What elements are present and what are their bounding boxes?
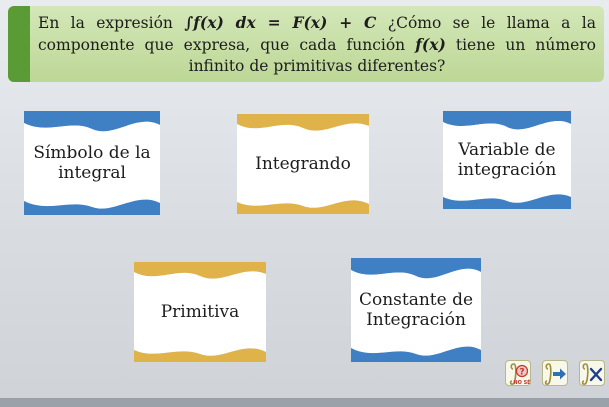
next-arrow-icon [544, 363, 566, 385]
svg-text:?: ? [519, 368, 524, 378]
bottom-strip [0, 398, 609, 407]
question-math-integral: ∫f(x) dx = F(x) + C [184, 13, 377, 32]
question-part-1: En la expresión [38, 14, 185, 32]
wavy-card-background [134, 262, 266, 362]
next-button[interactable] [542, 360, 568, 386]
question-panel: En la expresión ∫f(x) dx = F(x) + C ¿Cóm… [8, 6, 604, 82]
question-text: En la expresión ∫f(x) dx = F(x) + C ¿Cóm… [38, 12, 596, 77]
wavy-card-background [24, 111, 160, 215]
wavy-card-background [351, 258, 481, 362]
option-integrando[interactable]: Integrando [237, 114, 369, 214]
question-math-function: f(x) [415, 35, 446, 54]
no-se-button[interactable]: ? NO SÉ [505, 360, 531, 386]
no-se-label: NO SÉ [513, 378, 531, 386]
option-constante-integracion[interactable]: Constante de Integración [351, 258, 481, 362]
close-button[interactable] [579, 360, 605, 386]
wavy-card-background [443, 111, 571, 209]
question-accent-bar [8, 6, 30, 82]
wavy-card-background [237, 114, 369, 214]
close-x-icon [581, 363, 603, 385]
option-variable-integracion[interactable]: Variable de integración [443, 111, 571, 209]
option-simbolo-integral[interactable]: Símbolo de la integral [24, 111, 160, 215]
no-se-help-icon: ? NO SÉ [509, 363, 531, 386]
option-primitiva[interactable]: Primitiva [134, 262, 266, 362]
